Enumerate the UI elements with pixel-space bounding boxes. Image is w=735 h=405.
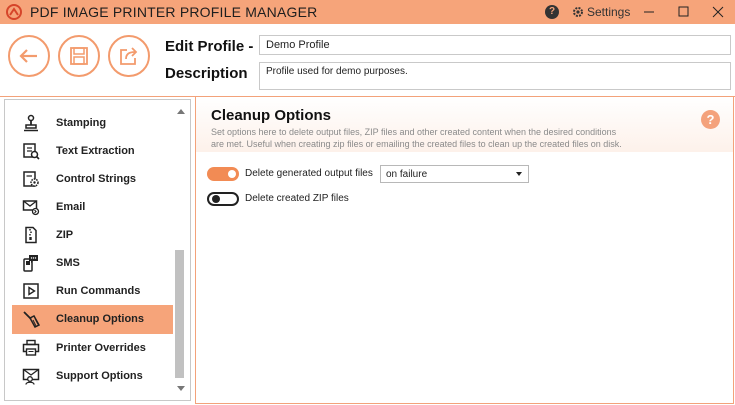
email-icon — [22, 200, 40, 216]
sidebar-item-stamping[interactable]: Stamping — [12, 109, 174, 138]
stamp-icon — [24, 114, 38, 132]
printer-icon — [22, 339, 40, 356]
sms-icon — [23, 255, 38, 272]
sidebar-item-label: Cleanup Options — [56, 313, 144, 325]
delete-zip-files-label: Delete created ZIP files — [245, 193, 349, 204]
broom-icon — [23, 311, 40, 328]
sidebar-item-label: Printer Overrides — [56, 342, 146, 354]
toggle-knob — [228, 170, 236, 178]
app-title: PDF IMAGE PRINTER PROFILE MANAGER — [30, 4, 318, 20]
sidebar-item-label: SMS — [56, 257, 80, 269]
delete-zip-files-toggle[interactable] — [207, 192, 239, 206]
sidebar-item-label: Text Extraction — [56, 145, 135, 157]
toggle-knob — [212, 195, 220, 203]
settings-label: Settings — [587, 5, 631, 19]
title-bar: PDF IMAGE PRINTER PROFILE MANAGER ? Sett… — [0, 0, 735, 24]
sidebar-item-label: Stamping — [56, 117, 107, 129]
sidebar-item-support-options[interactable]: Support Options — [12, 362, 174, 391]
sidebar-item-text-extraction[interactable]: Text Extraction — [12, 137, 174, 166]
arrow-left-icon — [19, 49, 37, 63]
sidebar-nav: Stamping Text Extraction Control Strings… — [4, 99, 191, 401]
settings-button[interactable]: Settings — [572, 4, 630, 20]
sidebar-item-control-strings[interactable]: Control Strings — [12, 165, 174, 194]
gear-icon — [573, 7, 583, 17]
delete-output-files-toggle[interactable] — [207, 167, 239, 181]
help-question-icon[interactable]: ? — [701, 110, 720, 129]
sidebar-item-label: Support Options — [56, 370, 143, 382]
zip-icon — [25, 226, 37, 244]
sidebar-scrollbar[interactable] — [173, 100, 190, 400]
sidebar-item-label: Run Commands — [56, 285, 141, 297]
chevron-down-icon — [516, 172, 522, 176]
select-value: on failure — [386, 169, 428, 180]
description-label: Description — [165, 65, 248, 82]
panel-header: Cleanup Options Set options here to dele… — [196, 97, 733, 152]
sidebar-item-run-commands[interactable]: Run Commands — [12, 277, 174, 306]
sidebar-item-label: Email — [56, 201, 86, 213]
delete-condition-select[interactable]: on failure — [380, 165, 529, 183]
panel-description: Set options here to delete output files,… — [211, 127, 622, 149]
sidebar-item-email[interactable]: Email — [12, 193, 174, 222]
close-button[interactable] — [698, 0, 735, 24]
save-button[interactable] — [58, 35, 100, 77]
profile-header: Edit Profile - Description Profile used … — [0, 24, 735, 97]
run-commands-icon — [23, 283, 39, 299]
panel-title: Cleanup Options — [211, 107, 331, 124]
delete-output-files-label: Delete generated output files — [245, 168, 373, 179]
back-button[interactable] — [8, 35, 50, 77]
sidebar-item-zip[interactable]: ZIP — [12, 221, 174, 250]
share-export-icon — [120, 47, 138, 65]
control-strings-icon — [23, 171, 39, 187]
profile-description-input[interactable]: Profile used for demo purposes. — [259, 62, 731, 90]
export-button[interactable] — [108, 35, 150, 77]
profile-name-input[interactable] — [259, 35, 731, 55]
help-icon[interactable]: ? — [545, 5, 559, 19]
support-icon — [22, 368, 40, 385]
sidebar-item-cleanup-options[interactable]: Cleanup Options — [12, 305, 174, 334]
sidebar-item-label: ZIP — [56, 229, 74, 241]
sidebar-item-label: Control Strings — [56, 173, 137, 185]
scroll-up-arrow-icon[interactable] — [177, 109, 185, 114]
text-extraction-icon — [23, 143, 40, 160]
app-logo-icon — [6, 4, 22, 20]
cleanup-options-panel: Cleanup Options Set options here to dele… — [195, 97, 734, 404]
edit-profile-label: Edit Profile - — [165, 38, 254, 55]
sidebar-item-printer-overrides[interactable]: Printer Overrides — [12, 334, 174, 363]
save-icon — [70, 47, 88, 65]
scrollbar-thumb[interactable] — [175, 250, 184, 378]
scroll-down-arrow-icon[interactable] — [177, 386, 185, 391]
sidebar-item-sms[interactable]: SMS — [12, 249, 174, 278]
